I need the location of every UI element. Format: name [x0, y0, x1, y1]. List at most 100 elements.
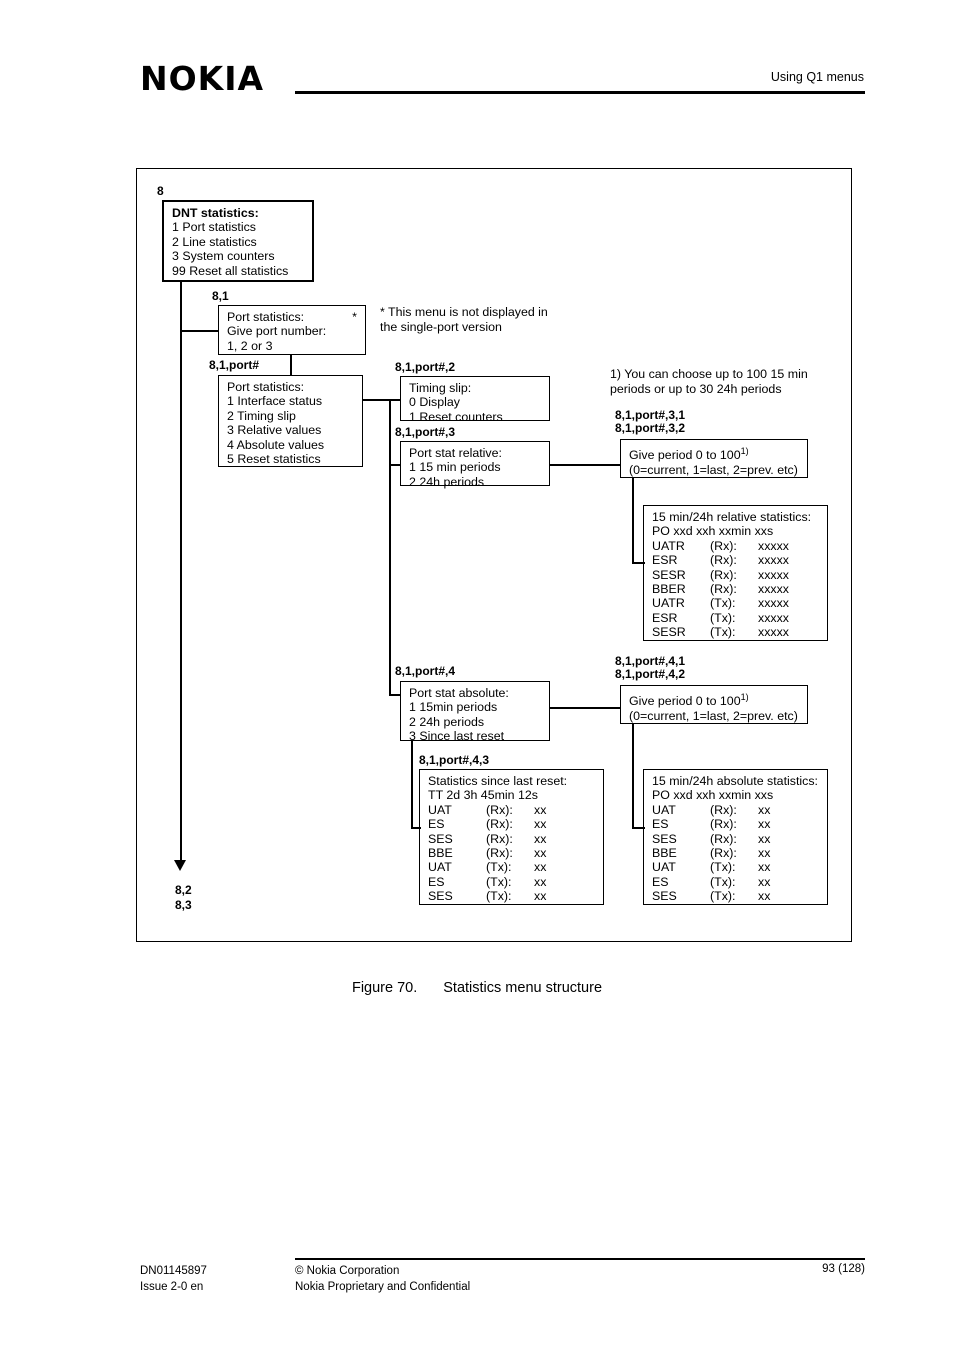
node-tag-since-last-reset: 8,1,port#,4,3: [419, 753, 490, 767]
connector-absolute-to-period: [550, 707, 620, 709]
stat-name: UAT: [652, 802, 676, 817]
stat-value: xx: [758, 846, 771, 861]
stat-row: UAT (Tx): xx: [652, 860, 821, 874]
menu-item[interactable]: 1 Reset counters: [409, 410, 543, 424]
stat-row: SESR (Tx): xxxxx: [652, 625, 821, 639]
stat-dir: (Tx):: [486, 860, 512, 875]
nokia-logo: NOKIA: [140, 59, 265, 98]
connector-to-stat-relative: [389, 464, 400, 466]
connector-period-to-absstats-v: [632, 724, 634, 828]
stat-row: UATR (Tx): xxxxx: [652, 596, 821, 610]
stat-value: xx: [758, 889, 771, 904]
stat-value: xxxxx: [758, 553, 789, 568]
connector-portselect-to-portstats: [290, 355, 292, 375]
stat-row: SES (Rx): xx: [652, 832, 821, 846]
footer-page-number: 93 (128): [822, 1263, 865, 1275]
menu-item[interactable]: 2 Line statistics: [172, 235, 306, 249]
stat-name: SESR: [652, 625, 686, 640]
node-line: Give period 0 to 1001): [629, 446, 749, 463]
node-line: Give period 0 to 1001): [629, 692, 749, 709]
figure-number: Figure 70.: [351, 980, 418, 996]
node-tag-stat-relative: 8,1,port#,3: [395, 425, 456, 439]
stat-dir: (Rx):: [710, 817, 737, 832]
node-title: DNT statistics:: [172, 206, 259, 220]
node-statistics-since-last-reset: Statistics since last reset: TT 2d 3h 45…: [419, 769, 604, 905]
node-line: (0=current, 1=last, 2=prev. etc): [629, 708, 798, 723]
stat-value: xx: [758, 860, 771, 875]
connector-relative-to-period: [550, 464, 620, 466]
stat-name: SES: [652, 889, 677, 904]
stat-name: UATR: [652, 596, 685, 611]
stat-row: ES (Rx): xx: [428, 817, 597, 831]
stat-dir: (Rx):: [710, 582, 737, 597]
stat-value: xx: [758, 802, 771, 817]
node-tag-timing-slip: 8,1,port#,2: [395, 360, 456, 374]
footnote-one: 1) You can choose up to 100 15 min perio…: [610, 367, 808, 396]
footer-copyright: © Nokia Corporation: [295, 1265, 400, 1277]
stat-dir: (Rx):: [710, 831, 737, 846]
stat-dir: (Tx):: [710, 860, 736, 875]
menu-item[interactable]: 1 15min periods: [409, 700, 543, 714]
footer-doc-id: DN01145897: [140, 1265, 207, 1277]
menu-item[interactable]: 0 Display: [409, 395, 543, 409]
stat-name: UAT: [652, 860, 676, 875]
connector-to-port-select: [180, 330, 218, 332]
stat-row: SES (Tx): xx: [428, 889, 597, 903]
node-tag-port-stats: 8,1,port#: [209, 358, 260, 372]
stat-dir: (Rx):: [486, 817, 513, 832]
footer-rule: [295, 1258, 865, 1260]
node-title: Port stat absolute:: [409, 686, 509, 700]
stat-value: xx: [534, 860, 547, 875]
menu-item[interactable]: 3 System counters: [172, 249, 306, 263]
stat-row: BBER (Rx): xxxxx: [652, 582, 821, 596]
node-port-select: Port statistics: * Give port number: 1, …: [218, 305, 366, 355]
menu-item[interactable]: 3 Relative values: [227, 423, 356, 437]
menu-item[interactable]: 2 24h periods: [409, 475, 543, 489]
stat-dir: (Rx):: [486, 802, 513, 817]
menu-item[interactable]: 1 Interface status: [227, 394, 356, 408]
stat-dir: (Rx):: [486, 831, 513, 846]
stat-row: BBE (Rx): xx: [652, 846, 821, 860]
stat-name: ESR: [652, 610, 678, 625]
stat-value: xxxxx: [758, 538, 789, 553]
stat-value: xx: [534, 817, 547, 832]
connector-portstats-branch: [363, 399, 390, 401]
stat-value: xx: [758, 874, 771, 889]
stat-dir: (Rx):: [710, 538, 737, 553]
node-port-stat-relative: Port stat relative: 1 15 min periods 2 2…: [400, 441, 550, 489]
stat-name: ESR: [652, 553, 678, 568]
stat-value: xx: [534, 802, 547, 817]
node-title: Port stat relative:: [409, 446, 502, 460]
menu-item[interactable]: 2 24h periods: [409, 715, 543, 729]
node-title: 15 min/24h relative statistics:: [652, 510, 812, 524]
node-title: Timing slip:: [409, 381, 472, 395]
stat-value: xx: [758, 817, 771, 832]
menu-item[interactable]: 5 Reset statistics: [227, 452, 356, 466]
stat-name: SES: [428, 831, 453, 846]
footnote-ref: 1): [740, 446, 749, 456]
node-subtitle: TT 2d 3h 45min 12s: [428, 788, 538, 803]
menu-item[interactable]: 2 Timing slip: [227, 409, 356, 423]
stat-value: xxxxx: [758, 610, 789, 625]
stat-row: UAT (Rx): xx: [428, 803, 597, 817]
node-give-period-relative: Give period 0 to 1001) (0=current, 1=las…: [620, 439, 808, 478]
footnote-star: * This menu is not displayed in the sing…: [380, 305, 548, 334]
stat-value: xxxxx: [758, 567, 789, 582]
node-subtitle: PO xxd xxh xxmin xxs: [652, 524, 774, 539]
menu-item[interactable]: 1 15 min periods: [409, 460, 543, 474]
stat-value: xx: [758, 831, 771, 846]
menu-item[interactable]: 99 Reset all statistics: [172, 264, 306, 278]
connector-period-to-relstats-v: [632, 478, 634, 563]
stat-value: xxxxx: [758, 596, 789, 611]
menu-item[interactable]: 4 Absolute values: [227, 438, 356, 452]
connector-absolute-to-sincereset-v: [411, 741, 413, 828]
connector-exit-arrow: [174, 860, 186, 871]
stat-row: UATR (Rx): xxxxx: [652, 539, 821, 553]
node-port-stat-absolute: Port stat absolute: 1 15min periods 2 24…: [400, 681, 550, 743]
menu-item[interactable]: 3 Since last reset: [409, 729, 543, 743]
menu-item[interactable]: 1 Port statistics: [172, 220, 306, 234]
header-section-title: Using Q1 menus: [770, 70, 864, 84]
stat-row: SES (Tx): xx: [652, 889, 821, 903]
stat-row: ESR (Rx): xxxxx: [652, 553, 821, 567]
stat-row: ESR (Tx): xxxxx: [652, 611, 821, 625]
